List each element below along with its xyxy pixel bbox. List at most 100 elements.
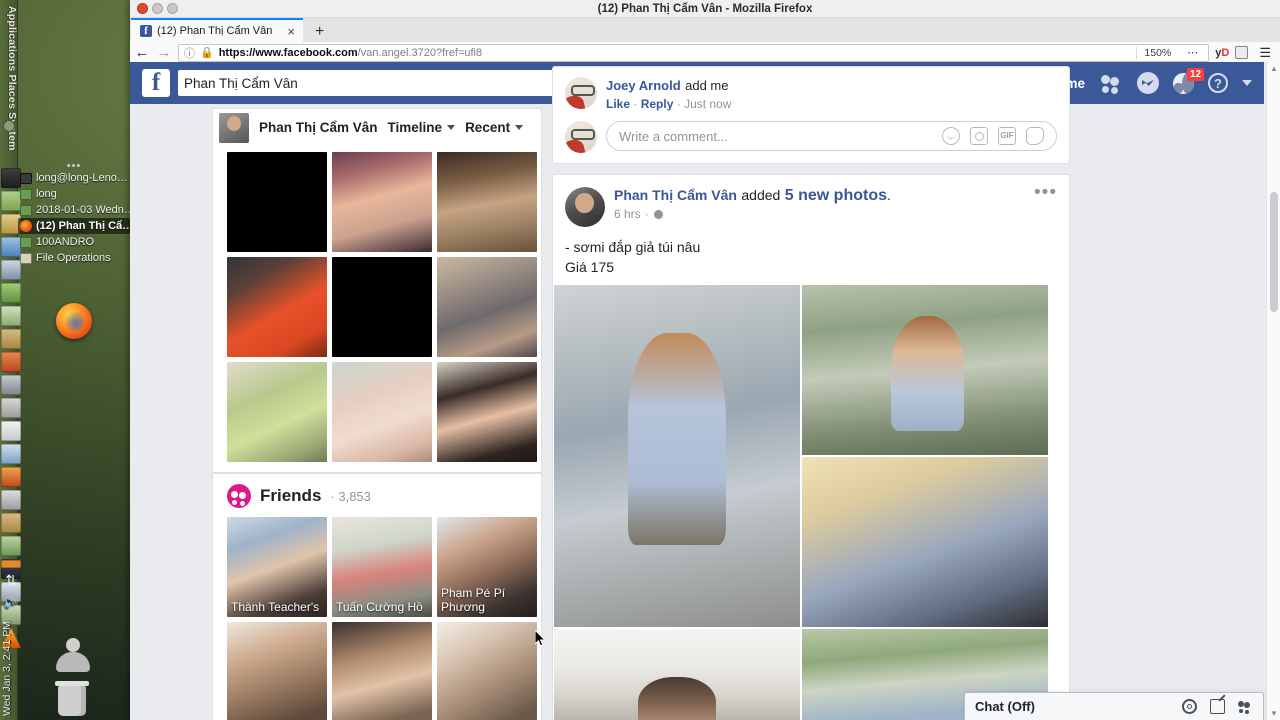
list-item[interactable]: File Operations: [18, 250, 130, 266]
tab-strip[interactable]: f (12) Phan Thị Cẩm Vân × +: [130, 18, 1280, 42]
scrollbar-thumb[interactable]: [1270, 192, 1278, 312]
close-window-button[interactable]: [137, 3, 148, 14]
help-icon[interactable]: ?: [1208, 73, 1228, 93]
disk-usage-icon[interactable]: [1, 444, 21, 464]
compose-icon[interactable]: [1210, 699, 1225, 714]
maximize-window-button[interactable]: [167, 3, 178, 14]
friends-icon[interactable]: [1099, 72, 1123, 94]
tab-timeline[interactable]: Timeline: [388, 120, 456, 135]
user-account-icon[interactable]: [56, 638, 90, 674]
ellipsis-icon[interactable]: •••: [1034, 183, 1057, 227]
post-photo[interactable]: [554, 285, 800, 627]
messenger-icon[interactable]: [1137, 72, 1159, 94]
avidemux-icon[interactable]: [1, 352, 21, 372]
extension-yd-icon[interactable]: yD: [1215, 47, 1229, 59]
text-editor-icon[interactable]: [1, 306, 21, 326]
page-actions-icon[interactable]: ⋯: [1183, 46, 1203, 59]
site-info-icon[interactable]: ⓘ: [184, 45, 195, 61]
post-photo-count[interactable]: 5 new photos: [785, 187, 887, 204]
photo-thumbnail[interactable]: [227, 362, 327, 462]
avatar[interactable]: [219, 112, 249, 143]
post-photo[interactable]: [802, 457, 1048, 627]
wrench-icon[interactable]: [1, 375, 21, 395]
facebook-logo[interactable]: f: [142, 69, 170, 97]
dropbox-icon[interactable]: [1, 560, 21, 568]
avatar[interactable]: [565, 187, 605, 227]
tab-facebook[interactable]: f (12) Phan Thị Cẩm Vân ×: [131, 18, 303, 42]
folder-download-icon[interactable]: [1, 329, 21, 349]
comment-input[interactable]: Write a comment...: [619, 129, 932, 144]
friend-tile[interactable]: [227, 622, 327, 720]
panel-globe-icon[interactable]: [3, 120, 15, 132]
list-item[interactable]: 100ANDRO: [18, 234, 130, 250]
download-folder-icon[interactable]: [1, 283, 21, 303]
list-item[interactable]: long: [18, 186, 130, 202]
notes-icon[interactable]: [1, 421, 21, 441]
comment-input-wrapper[interactable]: Write a comment... GIF: [606, 121, 1057, 151]
friends-title[interactable]: Friends: [260, 486, 321, 506]
gif-icon[interactable]: GIF: [998, 127, 1016, 145]
disk-utility-icon[interactable]: [1, 467, 21, 487]
navigation-toolbar[interactable]: ← → ⓘ 🔒 https://www.facebook.com/van.ang…: [130, 42, 1280, 64]
list-item[interactable]: long@long-Leno…: [18, 170, 130, 186]
trash-icon[interactable]: [55, 681, 89, 716]
new-tab-button[interactable]: +: [303, 24, 334, 42]
back-icon[interactable]: ←: [134, 44, 150, 61]
avatar[interactable]: [565, 121, 597, 153]
camera-icon[interactable]: [970, 127, 988, 145]
photo-thumbnail[interactable]: [332, 362, 432, 462]
gear-icon[interactable]: [1182, 699, 1197, 714]
forward-icon[interactable]: →: [156, 44, 172, 61]
avatar[interactable]: [565, 77, 597, 109]
network-icon[interactable]: [1, 536, 21, 556]
list-item[interactable]: 2018-01-03 Wedn…: [18, 202, 130, 218]
photo-thumbnail[interactable]: [332, 257, 432, 357]
post-author[interactable]: Phan Thị Cẩm Vân: [614, 187, 737, 203]
search-input[interactable]: Phan Thị Cẩm Vân: [184, 76, 576, 91]
photo-thumbnail[interactable]: [227, 152, 327, 252]
comment-author[interactable]: Joey Arnold: [606, 78, 681, 93]
gamepad-icon[interactable]: [1, 490, 21, 510]
window-titlebar[interactable]: (12) Phan Thị Cẩm Vân - Mozilla Firefox: [130, 0, 1280, 18]
minimize-window-button[interactable]: [152, 3, 163, 14]
extension-icon[interactable]: [1235, 46, 1249, 59]
package-icon[interactable]: [1, 513, 21, 533]
post-photo[interactable]: [554, 629, 800, 720]
page-scrollbar[interactable]: ▲ ▼: [1266, 62, 1280, 720]
friend-tile[interactable]: Thành Teacher's: [227, 517, 327, 617]
photo-thumbnail[interactable]: [227, 257, 327, 357]
photo-thumbnail[interactable]: [437, 257, 537, 357]
chat-label[interactable]: Chat (Off): [975, 699, 1035, 714]
list-item-active-window[interactable]: (12) Phan Thị Cẩ…: [18, 218, 130, 234]
scroll-up-arrow[interactable]: ▲: [1270, 64, 1278, 73]
firefox-launcher-icon[interactable]: [56, 303, 92, 339]
scroll-down-arrow[interactable]: ▼: [1270, 709, 1278, 718]
photo-thumbnail[interactable]: [332, 152, 432, 252]
close-tab-icon[interactable]: ×: [287, 25, 295, 38]
window-controls[interactable]: [130, 3, 178, 14]
sticker-icon[interactable]: [1026, 127, 1044, 145]
emoji-icon[interactable]: [942, 127, 960, 145]
clock[interactable]: Wed Jan 3, 2:41 PM: [1, 568, 21, 716]
photo-thumbnail[interactable]: [437, 362, 537, 462]
address-bar[interactable]: ⓘ 🔒 https://www.facebook.com/van.angel.3…: [178, 43, 1210, 62]
desktop-file-list[interactable]: ••• long@long-Leno… long 2018-01-03 Wedn…: [18, 160, 130, 266]
notifications-button[interactable]: 12: [1173, 67, 1205, 94]
friend-tile[interactable]: [332, 622, 432, 720]
zoom-level-indicator[interactable]: 150%: [1136, 46, 1178, 59]
photo-thumbnail[interactable]: [437, 152, 537, 252]
friend-tile[interactable]: Tuấn Cường Hồ: [332, 517, 432, 617]
chevron-down-icon[interactable]: [1242, 80, 1252, 86]
reply-link[interactable]: Reply: [641, 97, 674, 111]
brasero-icon[interactable]: [1, 398, 21, 418]
friend-list-icon[interactable]: [1238, 699, 1253, 714]
friend-tile[interactable]: Phạm Pé Pí Phương: [437, 517, 537, 617]
hamburger-menu-icon[interactable]: ☰: [1254, 45, 1276, 61]
post-photo[interactable]: [802, 285, 1048, 455]
globe-icon[interactable]: [652, 208, 664, 220]
like-link[interactable]: Like: [606, 97, 630, 111]
chat-bar[interactable]: Chat (Off): [964, 692, 1264, 720]
friend-tile[interactable]: [437, 622, 537, 720]
post-timestamp[interactable]: 6 hrs: [614, 207, 641, 221]
sort-recent-dropdown[interactable]: Recent: [465, 120, 524, 135]
